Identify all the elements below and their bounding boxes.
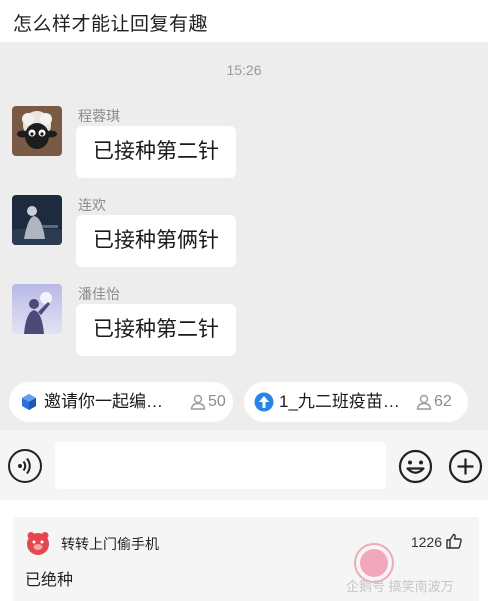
group-chips-bar: 邀请你一起编… 50 1_九二班疫苗… 62 <box>0 372 488 430</box>
message-bubble[interactable]: 已接种第二针 <box>76 304 236 356</box>
chat-area[interactable]: 15:26 程蓉琪 已接种第二针 连欢 已接种第俩针 潘佳怡 已接种第二针 <box>0 42 488 372</box>
message-input[interactable] <box>55 442 386 489</box>
page-title: 怎么样才能让回复有趣 <box>13 14 209 35</box>
night-person-avatar[interactable] <box>12 195 62 245</box>
group-chip-label: 邀请你一起编… <box>44 392 163 411</box>
sender-name: 程蓉琪 <box>78 108 120 124</box>
message-input-bar <box>0 430 488 500</box>
chat-message: 连欢 已接种第俩针 <box>0 195 488 275</box>
member-count: 62 <box>434 393 452 410</box>
message-bubble[interactable]: 已接种第二针 <box>76 126 236 178</box>
chat-message: 程蓉琪 已接种第二针 <box>0 106 488 186</box>
watermark-text: 企鹅号 搞笑南波万 <box>346 579 454 594</box>
silhouette-avatar[interactable] <box>12 284 62 334</box>
member-count-icon <box>190 394 206 410</box>
group-chip-label: 1_九二班疫苗… <box>279 392 400 411</box>
commenter-avatar[interactable] <box>25 530 51 556</box>
group-chip-invite[interactable]: 邀请你一起编… 50 <box>9 382 233 422</box>
chat-message: 潘佳怡 已接种第二针 <box>0 284 488 364</box>
voice-icon <box>18 457 31 475</box>
arrow-pin-icon <box>254 392 274 412</box>
divider <box>0 500 488 517</box>
sender-name: 潘佳怡 <box>78 286 120 302</box>
voice-input-button[interactable] <box>8 449 42 483</box>
more-actions-button[interactable] <box>448 449 483 484</box>
group-chip-vaccine[interactable]: 1_九二班疫苗… 62 <box>244 382 468 422</box>
emoji-icon <box>398 449 433 484</box>
message-timestamp: 15:26 <box>226 62 262 78</box>
member-count-icon <box>416 394 432 410</box>
header: 怎么样才能让回复有趣 <box>0 0 488 42</box>
commenter-name[interactable]: 转转上门偷手机 <box>61 534 159 554</box>
member-count: 50 <box>208 393 226 410</box>
comment-card: 转转上门偷手机 1226 已绝种 企鹅号 搞笑南波万 <box>13 517 479 601</box>
message-bubble[interactable]: 已接种第俩针 <box>76 215 236 267</box>
plus-icon <box>448 449 483 484</box>
emoji-button[interactable] <box>398 449 433 484</box>
sheep-avatar[interactable] <box>12 106 62 156</box>
cube-icon <box>22 394 36 410</box>
thumbs-up-icon[interactable] <box>445 532 463 550</box>
comment-text: 已绝种 <box>25 572 74 589</box>
sender-name: 连欢 <box>78 197 106 213</box>
like-count: 1226 <box>410 534 442 550</box>
